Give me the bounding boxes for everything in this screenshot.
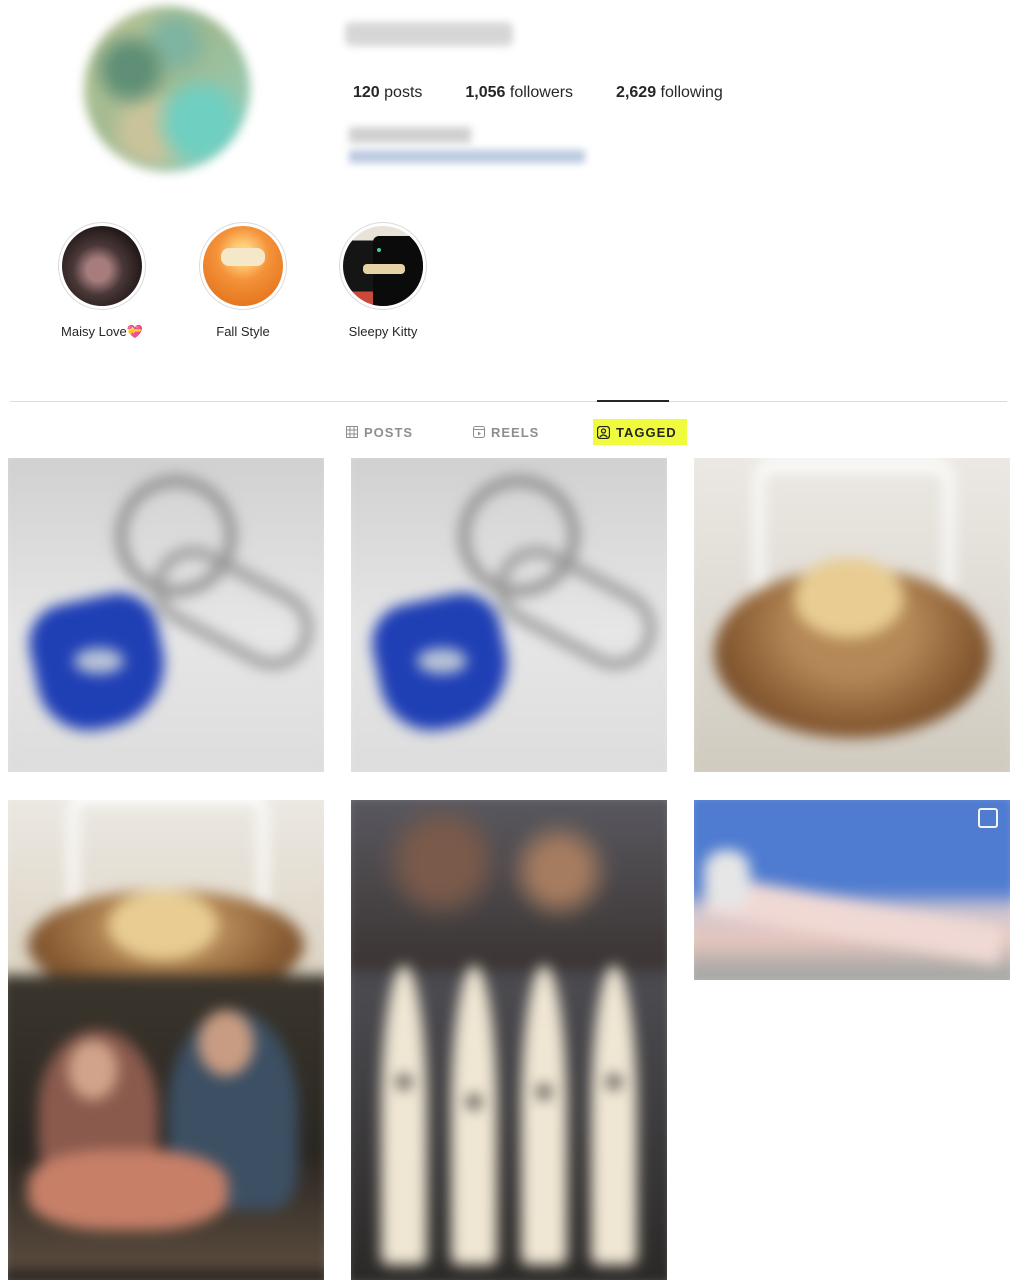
tagged-post-3[interactable]: [694, 458, 1010, 772]
tagged-post-4[interactable]: [8, 800, 324, 1280]
tab-tagged-label: TAGGED: [616, 424, 677, 440]
stat-posts-count: 120: [353, 84, 380, 101]
stat-followers-count: 1,056: [465, 84, 506, 101]
highlight-cover-image: [343, 226, 423, 306]
highlight-label-text: Maisy Love: [61, 324, 127, 339]
profile-avatar[interactable]: [84, 6, 250, 172]
tab-reels[interactable]: REELS: [473, 419, 539, 445]
post-image: [694, 458, 1010, 772]
profile-stats: 120 posts 1,056 followers 2,629 followin…: [353, 84, 766, 102]
tab-posts-label: POSTS: [364, 424, 414, 440]
highlight-label: Sleepy Kitty: [348, 324, 418, 339]
post-image: [8, 458, 324, 772]
post-image: [351, 458, 667, 772]
stat-following-count: 2,629: [616, 84, 657, 101]
bio-name: [349, 127, 471, 143]
profile-username: [345, 22, 513, 46]
stat-following-label: following: [660, 84, 723, 101]
highlight-label: Maisy Love💝: [32, 324, 172, 340]
highlight-label: Fall Style: [216, 324, 270, 339]
tab-tagged[interactable]: TAGGED: [593, 419, 687, 445]
tagged-post-5[interactable]: [351, 800, 667, 1280]
active-tab-indicator: [597, 400, 669, 402]
highlight-ring: [58, 222, 146, 310]
highlight-cover-image: [62, 226, 142, 306]
tab-reels-label: REELS: [491, 424, 540, 440]
highlight-cover-image: [203, 226, 283, 306]
tagged-post-6[interactable]: [694, 800, 1010, 980]
post-image: [351, 800, 667, 1280]
tab-posts[interactable]: POSTS: [346, 419, 413, 445]
highlight-sleepy-kitty[interactable]: Sleepy Kitty: [313, 222, 453, 339]
stat-posts[interactable]: 120 posts: [353, 84, 422, 102]
stat-followers-label: followers: [509, 84, 574, 101]
bow-shape: [363, 264, 405, 274]
tagged-icon: [597, 425, 610, 439]
reels-icon: [473, 426, 485, 438]
stat-following[interactable]: 2,629 following: [616, 84, 723, 102]
tagged-post-1[interactable]: [8, 458, 324, 772]
stat-posts-label: posts: [384, 84, 423, 101]
post-image: [694, 800, 1010, 980]
grid-icon: [346, 426, 358, 438]
tabs-divider: [10, 401, 1007, 402]
highlight-fall-style[interactable]: Fall Style: [173, 222, 313, 339]
highlight-ring: [339, 222, 427, 310]
post-image: [8, 800, 324, 1280]
tagged-post-2[interactable]: [351, 458, 667, 772]
highlight-maisy-love[interactable]: Maisy Love💝: [32, 222, 172, 340]
multi-photo-icon: [978, 808, 998, 828]
bio-link[interactable]: [349, 150, 585, 163]
stat-followers[interactable]: 1,056 followers: [465, 84, 573, 102]
highlight-ring: [199, 222, 287, 310]
heart-emoji-icon: 💝: [126, 324, 143, 339]
